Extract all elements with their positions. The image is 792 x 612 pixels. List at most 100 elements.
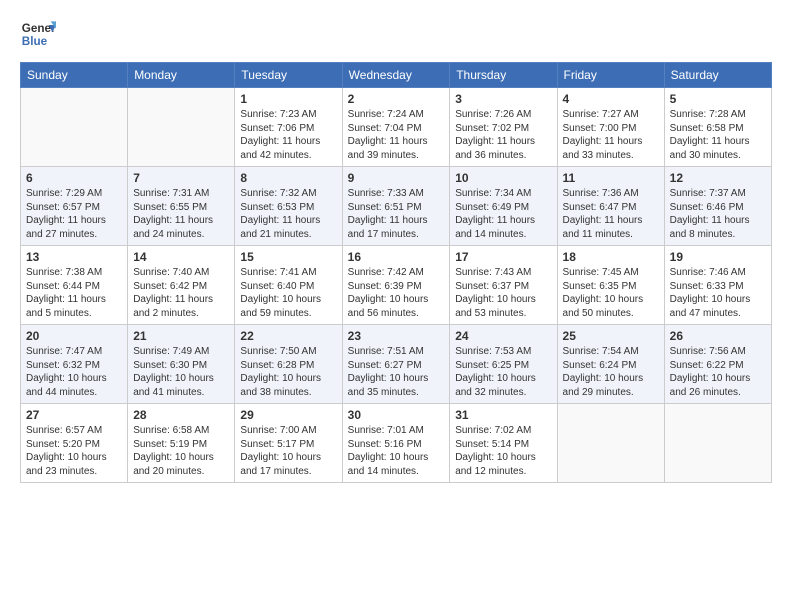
day-info: Sunrise: 7:01 AMSunset: 5:16 PMDaylight:… — [348, 424, 445, 478]
day-info: Sunrise: 7:43 AMSunset: 6:37 PMDaylight:… — [455, 266, 551, 320]
calendar-table: SundayMondayTuesdayWednesdayThursdayFrid… — [20, 62, 772, 483]
calendar-cell: 9 Sunrise: 7:33 AMSunset: 6:51 PMDaylight… — [342, 167, 450, 246]
day-info: Sunrise: 6:57 AMSunset: 5:20 PMDaylight:… — [26, 424, 122, 478]
day-info: Sunrise: 7:49 AMSunset: 6:30 PMDaylight:… — [133, 345, 229, 399]
day-number: 20 — [26, 329, 122, 343]
calendar-row-3: 13 Sunrise: 7:38 AMSunset: 6:44 PMDayligh… — [21, 246, 772, 325]
svg-text:Blue: Blue — [22, 35, 48, 48]
day-number: 1 — [240, 92, 336, 106]
day-number: 31 — [455, 408, 551, 422]
calendar-cell: 31 Sunrise: 7:02 AMSunset: 5:14 PMDayligh… — [450, 404, 557, 483]
day-number: 12 — [670, 171, 766, 185]
day-number: 17 — [455, 250, 551, 264]
calendar-cell — [128, 88, 235, 167]
logo: General Blue — [20, 16, 56, 52]
weekday-monday: Monday — [128, 63, 235, 88]
calendar-cell: 28 Sunrise: 6:58 AMSunset: 5:19 PMDayligh… — [128, 404, 235, 483]
calendar-row-2: 6 Sunrise: 7:29 AMSunset: 6:57 PMDaylight… — [21, 167, 772, 246]
day-info: Sunrise: 7:56 AMSunset: 6:22 PMDaylight:… — [670, 345, 766, 399]
day-number: 28 — [133, 408, 229, 422]
day-info: Sunrise: 7:46 AMSunset: 6:33 PMDaylight:… — [670, 266, 766, 320]
page-header: General Blue — [20, 16, 772, 52]
day-info: Sunrise: 6:58 AMSunset: 5:19 PMDaylight:… — [133, 424, 229, 478]
calendar-cell: 18 Sunrise: 7:45 AMSunset: 6:35 PMDayligh… — [557, 246, 664, 325]
calendar-cell: 2 Sunrise: 7:24 AMSunset: 7:04 PMDaylight… — [342, 88, 450, 167]
logo-icon: General Blue — [20, 16, 56, 52]
day-info: Sunrise: 7:45 AMSunset: 6:35 PMDaylight:… — [563, 266, 659, 320]
day-number: 30 — [348, 408, 445, 422]
weekday-thursday: Thursday — [450, 63, 557, 88]
day-info: Sunrise: 7:32 AMSunset: 6:53 PMDaylight:… — [240, 187, 336, 241]
day-number: 11 — [563, 171, 659, 185]
day-info: Sunrise: 7:28 AMSunset: 6:58 PMDaylight:… — [670, 108, 766, 162]
day-info: Sunrise: 7:51 AMSunset: 6:27 PMDaylight:… — [348, 345, 445, 399]
weekday-sunday: Sunday — [21, 63, 128, 88]
day-number: 16 — [348, 250, 445, 264]
day-info: Sunrise: 7:27 AMSunset: 7:00 PMDaylight:… — [563, 108, 659, 162]
day-info: Sunrise: 7:38 AMSunset: 6:44 PMDaylight:… — [26, 266, 122, 320]
calendar-cell: 14 Sunrise: 7:40 AMSunset: 6:42 PMDayligh… — [128, 246, 235, 325]
day-number: 8 — [240, 171, 336, 185]
calendar-cell: 4 Sunrise: 7:27 AMSunset: 7:00 PMDaylight… — [557, 88, 664, 167]
day-info: Sunrise: 7:47 AMSunset: 6:32 PMDaylight:… — [26, 345, 122, 399]
calendar-cell: 13 Sunrise: 7:38 AMSunset: 6:44 PMDayligh… — [21, 246, 128, 325]
day-number: 14 — [133, 250, 229, 264]
day-number: 5 — [670, 92, 766, 106]
day-info: Sunrise: 7:33 AMSunset: 6:51 PMDaylight:… — [348, 187, 445, 241]
day-number: 7 — [133, 171, 229, 185]
day-number: 27 — [26, 408, 122, 422]
day-number: 3 — [455, 92, 551, 106]
calendar-cell — [557, 404, 664, 483]
calendar-cell: 21 Sunrise: 7:49 AMSunset: 6:30 PMDayligh… — [128, 325, 235, 404]
day-number: 6 — [26, 171, 122, 185]
calendar-row-4: 20 Sunrise: 7:47 AMSunset: 6:32 PMDayligh… — [21, 325, 772, 404]
day-number: 4 — [563, 92, 659, 106]
calendar-cell: 24 Sunrise: 7:53 AMSunset: 6:25 PMDayligh… — [450, 325, 557, 404]
calendar-cell: 22Sunrise: 7:50 AMSunset: 6:28 PMDayligh… — [235, 325, 342, 404]
calendar-cell: 25Sunrise: 7:54 AMSunset: 6:24 PMDayligh… — [557, 325, 664, 404]
calendar-cell: 11 Sunrise: 7:36 AMSunset: 6:47 PMDayligh… — [557, 167, 664, 246]
calendar-cell: 23 Sunrise: 7:51 AMSunset: 6:27 PMDayligh… — [342, 325, 450, 404]
calendar-cell: 27 Sunrise: 6:57 AMSunset: 5:20 PMDayligh… — [21, 404, 128, 483]
calendar-cell: 8 Sunrise: 7:32 AMSunset: 6:53 PMDaylight… — [235, 167, 342, 246]
weekday-tuesday: Tuesday — [235, 63, 342, 88]
calendar-cell: 16 Sunrise: 7:42 AMSunset: 6:39 PMDayligh… — [342, 246, 450, 325]
calendar-cell — [21, 88, 128, 167]
calendar-cell: 20 Sunrise: 7:47 AMSunset: 6:32 PMDayligh… — [21, 325, 128, 404]
day-number: 9 — [348, 171, 445, 185]
day-number: 29 — [240, 408, 336, 422]
day-info: Sunrise: 7:02 AMSunset: 5:14 PMDaylight:… — [455, 424, 551, 478]
day-number: 13 — [26, 250, 122, 264]
calendar-cell: 29Sunrise: 7:00 AMSunset: 5:17 PMDayligh… — [235, 404, 342, 483]
day-info: Sunrise: 7:34 AMSunset: 6:49 PMDaylight:… — [455, 187, 551, 241]
weekday-wednesday: Wednesday — [342, 63, 450, 88]
calendar-cell: 26Sunrise: 7:56 AMSunset: 6:22 PMDayligh… — [664, 325, 771, 404]
calendar-cell: 6 Sunrise: 7:29 AMSunset: 6:57 PMDaylight… — [21, 167, 128, 246]
calendar-cell: 12 Sunrise: 7:37 AMSunset: 6:46 PMDayligh… — [664, 167, 771, 246]
day-number: 15 — [240, 250, 336, 264]
day-info: Sunrise: 7:36 AMSunset: 6:47 PMDaylight:… — [563, 187, 659, 241]
day-number: 2 — [348, 92, 445, 106]
calendar-cell: 3 Sunrise: 7:26 AMSunset: 7:02 PMDaylight… — [450, 88, 557, 167]
day-number: 10 — [455, 171, 551, 185]
day-info: Sunrise: 7:42 AMSunset: 6:39 PMDaylight:… — [348, 266, 445, 320]
day-info: Sunrise: 7:41 AMSunset: 6:40 PMDaylight:… — [240, 266, 336, 320]
day-info: Sunrise: 7:29 AMSunset: 6:57 PMDaylight:… — [26, 187, 122, 241]
day-info: Sunrise: 7:24 AMSunset: 7:04 PMDaylight:… — [348, 108, 445, 162]
day-info: Sunrise: 7:40 AMSunset: 6:42 PMDaylight:… — [133, 266, 229, 320]
day-info: Sunrise: 7:26 AMSunset: 7:02 PMDaylight:… — [455, 108, 551, 162]
weekday-header-row: SundayMondayTuesdayWednesdayThursdayFrid… — [21, 63, 772, 88]
day-number: 19 — [670, 250, 766, 264]
day-number: 24 — [455, 329, 551, 343]
day-number: 18 — [563, 250, 659, 264]
day-info: Sunrise: 7:37 AMSunset: 6:46 PMDaylight:… — [670, 187, 766, 241]
day-info: Sunrise: 7:53 AMSunset: 6:25 PMDaylight:… — [455, 345, 551, 399]
weekday-saturday: Saturday — [664, 63, 771, 88]
day-info: Sunrise: 7:50 AMSunset: 6:28 PMDaylight:… — [240, 345, 336, 399]
calendar-cell: 17 Sunrise: 7:43 AMSunset: 6:37 PMDayligh… — [450, 246, 557, 325]
calendar-row-1: 1Sunrise: 7:23 AMSunset: 7:06 PMDaylight… — [21, 88, 772, 167]
calendar-cell: 30 Sunrise: 7:01 AMSunset: 5:16 PMDayligh… — [342, 404, 450, 483]
day-number: 23 — [348, 329, 445, 343]
day-number: 21 — [133, 329, 229, 343]
calendar-cell: 5 Sunrise: 7:28 AMSunset: 6:58 PMDaylight… — [664, 88, 771, 167]
